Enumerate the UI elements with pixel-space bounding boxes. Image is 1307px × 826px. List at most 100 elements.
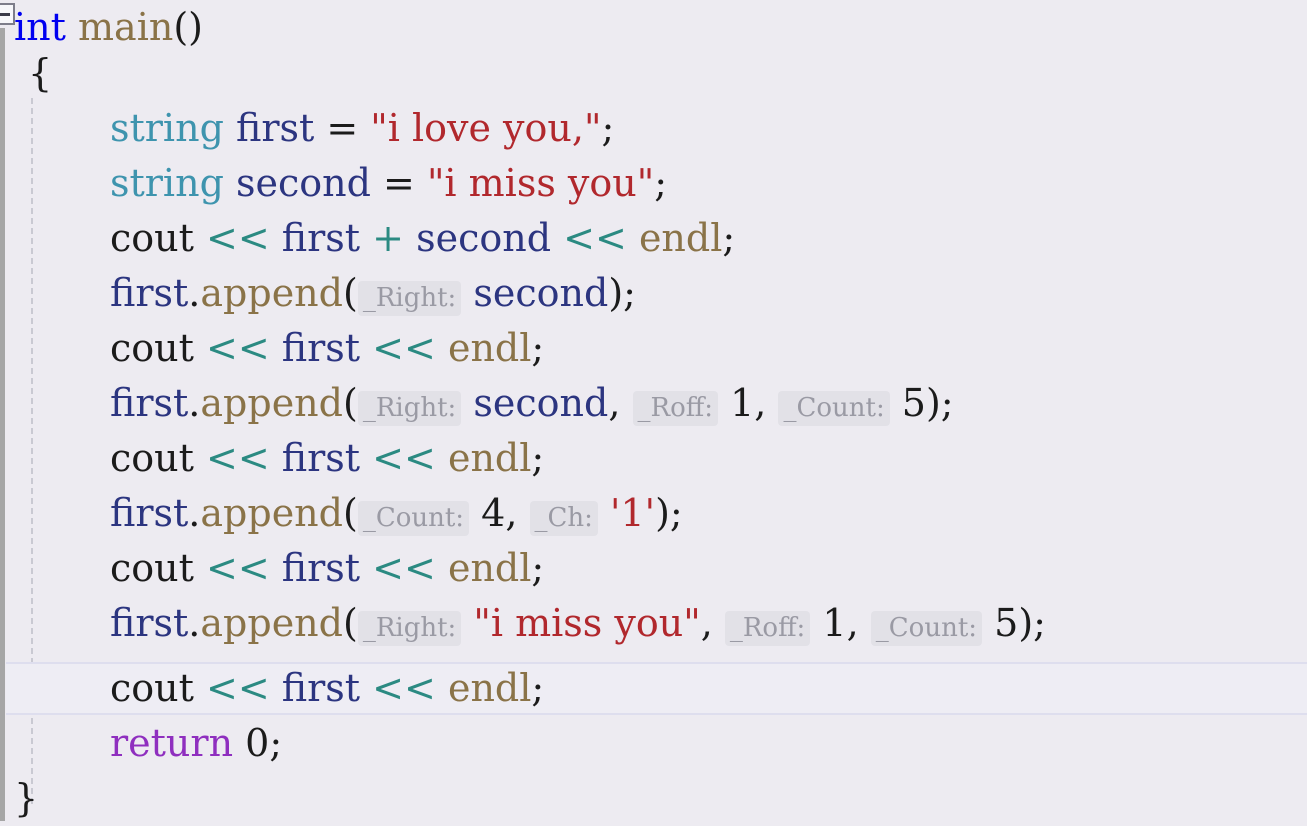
- code-line-content: {: [28, 51, 52, 95]
- token-var: first: [281, 546, 361, 590]
- code-line-content: cout << first << endl;: [110, 666, 544, 710]
- token-plain: ;: [269, 721, 283, 765]
- code-line-3[interactable]: string first = "i love you,";: [0, 101, 1307, 156]
- code-line-12[interactable]: first.append(_Right: "i miss you", _Roff…: [0, 596, 1307, 651]
- token-fn: main: [78, 5, 174, 49]
- token-type: string: [110, 161, 224, 205]
- token-plain: .: [188, 271, 201, 315]
- token-type: string: [110, 106, 224, 150]
- code-line-content: }: [14, 776, 38, 820]
- token-plain: ,: [608, 381, 633, 425]
- token-plain: (: [342, 271, 358, 315]
- code-line-content: cout << first << endl;: [110, 546, 544, 590]
- code-line-11[interactable]: cout << first << endl;: [0, 541, 1307, 596]
- token-plain: );: [608, 271, 636, 315]
- token-str: "i miss you": [473, 601, 701, 645]
- inlay-parameter-hint[interactable]: _Ch:: [529, 501, 598, 536]
- token-plain: ;: [531, 436, 545, 480]
- token-plain: =: [370, 161, 427, 205]
- inlay-parameter-hint[interactable]: _Count:: [357, 501, 470, 536]
- token-plain: );: [655, 491, 683, 535]
- token-op: <<: [206, 666, 270, 710]
- code-line-10[interactable]: first.append(_Count: 4, _Ch: '1');: [0, 486, 1307, 541]
- inlay-parameter-hint[interactable]: _Right:: [357, 611, 462, 646]
- token-plain: =: [314, 106, 371, 150]
- token-fn: append: [200, 601, 343, 645]
- code-line-14[interactable]: return 0;: [0, 716, 1307, 771]
- token-plain: ;: [654, 161, 668, 205]
- token-fn: endl: [447, 546, 532, 590]
- token-plain: (: [342, 601, 358, 645]
- token-plain: ;: [531, 546, 545, 590]
- token-op: +: [372, 216, 405, 260]
- token-var: first: [110, 491, 189, 535]
- token-var: first: [110, 271, 189, 315]
- inlay-parameter-hint[interactable]: _Roff:: [724, 611, 811, 646]
- code-line-7[interactable]: cout << first << endl;: [0, 321, 1307, 376]
- token-var: first: [110, 381, 189, 425]
- token-var: first: [281, 666, 361, 710]
- token-fn: endl: [447, 666, 532, 710]
- token-fn: append: [200, 271, 343, 315]
- code-line-6[interactable]: first.append(_Right: second);: [0, 266, 1307, 321]
- token-plain: cout: [110, 666, 194, 710]
- token-plain: cout: [110, 436, 194, 480]
- token-plain: cout: [110, 326, 194, 370]
- token-num: 4: [481, 491, 506, 535]
- code-line-9[interactable]: cout << first << endl;: [0, 431, 1307, 486]
- code-editor[interactable]: int main(){string first = "i love you,";…: [0, 0, 1307, 821]
- token-num: 1: [822, 601, 847, 645]
- token-fn: endl: [447, 326, 532, 370]
- token-num: 1: [730, 381, 755, 425]
- code-line-15[interactable]: }: [0, 771, 1307, 826]
- inlay-parameter-hint[interactable]: _Roff:: [632, 391, 718, 426]
- code-line-13[interactable]: cout << first << endl;: [0, 661, 1307, 716]
- token-op: <<: [372, 436, 436, 480]
- inlay-parameter-hint[interactable]: _Right:: [357, 281, 462, 316]
- code-line-5[interactable]: cout << first + second << endl;: [0, 211, 1307, 266]
- token-num: 5: [994, 601, 1019, 645]
- inlay-parameter-hint[interactable]: _Count:: [870, 611, 983, 646]
- code-line-content: cout << first << endl;: [110, 436, 544, 480]
- token-str: "i miss you": [426, 161, 655, 205]
- token-var: first: [235, 106, 315, 150]
- token-var: first: [110, 601, 189, 645]
- code-line-content: first.append(_Count: 4, _Ch: '1');: [110, 491, 683, 536]
- code-line-8[interactable]: first.append(_Right: second, _Roff: 1, _…: [0, 376, 1307, 431]
- inlay-parameter-hint[interactable]: _Right:: [357, 391, 462, 426]
- code-line-2[interactable]: {: [0, 46, 1307, 101]
- token-str: '1': [610, 491, 656, 535]
- token-plain: ;: [531, 326, 545, 370]
- token-op: <<: [206, 436, 270, 480]
- inlay-parameter-hint[interactable]: _Count:: [778, 391, 890, 426]
- token-plain: .: [188, 381, 201, 425]
- token-plain: );: [925, 381, 954, 425]
- code-line-4[interactable]: string second = "i miss you";: [0, 156, 1307, 211]
- token-num: 0: [245, 721, 270, 765]
